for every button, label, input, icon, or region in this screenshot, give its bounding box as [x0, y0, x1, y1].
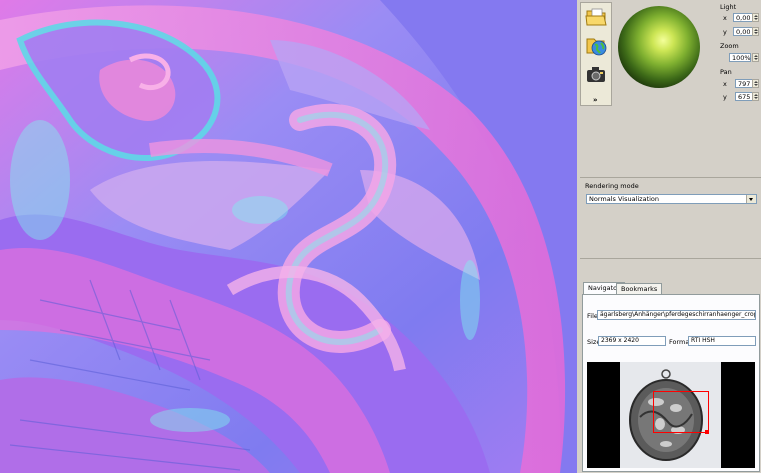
pan-x-field[interactable]: 797: [735, 79, 753, 88]
pan-x-spinner[interactable]: [752, 79, 759, 88]
format-field: RTI HSH: [688, 336, 756, 346]
light-y-spinner[interactable]: [752, 27, 759, 36]
rendering-mode-value: Normals Visualization: [589, 195, 660, 203]
snapshot-icon[interactable]: [584, 63, 608, 85]
viewport-handle[interactable]: [705, 430, 709, 434]
normals-visualization-image: [0, 0, 577, 473]
chevron-down-icon[interactable]: [746, 195, 756, 203]
light-x-spinner[interactable]: [752, 13, 759, 22]
tab-bookmarks[interactable]: Bookmarks: [616, 283, 663, 294]
open-file-icon[interactable]: [584, 6, 608, 28]
size-field: 2369 x 2420: [598, 336, 666, 346]
zoom-spinner[interactable]: [752, 53, 759, 62]
light-direction-sphere[interactable]: [618, 6, 700, 88]
pan-x-label: x: [723, 80, 727, 88]
file-field: ägarlsberg\Anhänger\pferdegeschirranhaen…: [597, 310, 756, 320]
rti-viewer-canvas[interactable]: [0, 0, 577, 473]
open-remote-icon[interactable]: [584, 35, 608, 57]
light-title: Light: [720, 3, 737, 11]
pan-y-spinner[interactable]: [752, 92, 759, 101]
light-x-label: x: [723, 14, 727, 22]
divider: [580, 258, 761, 259]
zoom-field[interactable]: 100%: [729, 53, 751, 62]
rendering-mode-label: Rendering mode: [585, 182, 639, 190]
pan-title: Pan: [720, 68, 732, 76]
expand-toolbar-icon[interactable]: »: [593, 97, 598, 104]
pan-y-field[interactable]: 675: [735, 92, 753, 101]
rendering-mode-select[interactable]: Normals Visualization: [586, 194, 757, 204]
toolbar: »: [580, 2, 612, 106]
divider: [580, 177, 761, 178]
light-y-label: y: [723, 28, 727, 36]
navigator-thumbnail[interactable]: [587, 362, 755, 468]
pan-y-label: y: [723, 93, 727, 101]
viewport-indicator[interactable]: [653, 391, 709, 433]
zoom-title: Zoom: [720, 42, 739, 50]
